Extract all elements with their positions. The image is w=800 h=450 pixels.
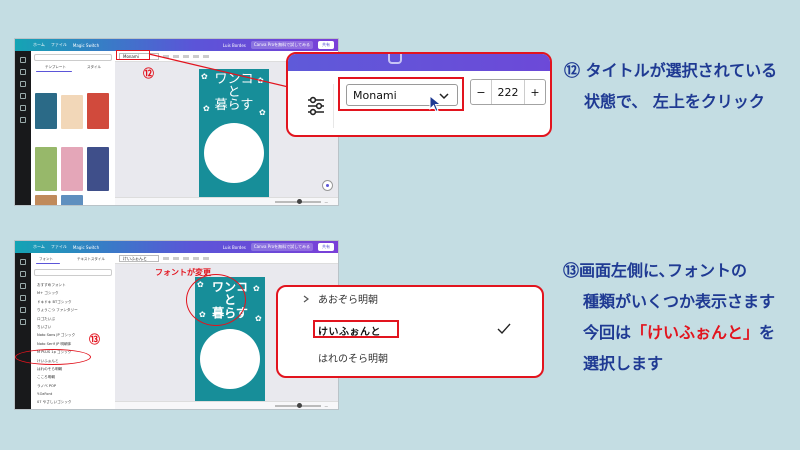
design-icon[interactable] bbox=[20, 259, 26, 265]
sliders-icon bbox=[307, 96, 324, 116]
menu-resize[interactable]: Magic Switch bbox=[73, 245, 99, 250]
adjust-settings-button[interactable] bbox=[298, 84, 334, 128]
font-list-item[interactable]: ロゴたいぷ bbox=[37, 315, 113, 323]
trial-button[interactable]: Canva Proを無料で試してみる bbox=[250, 243, 313, 251]
editor-toolbar: けいふぉんと bbox=[115, 253, 338, 264]
zoom-label: — bbox=[324, 403, 329, 408]
text-icon[interactable] bbox=[20, 295, 26, 301]
font-list-item[interactable]: りょうこつ ファンタジー bbox=[37, 306, 113, 314]
top-menu-bar: ホーム ファイル Magic Switch Luis Bordes Canva … bbox=[15, 241, 338, 253]
instruction-13-font-name: 「けいふぉんと」 bbox=[631, 323, 760, 342]
instruction-13-line3: 今回は「けいふぉんと」を bbox=[563, 317, 775, 348]
font-list-item[interactable]: ちいさい bbox=[37, 323, 113, 331]
font-size-decrease-button[interactable]: − bbox=[471, 86, 491, 99]
highlight-font-item bbox=[15, 349, 91, 365]
instruction-13-line3-pre: 今回は bbox=[583, 323, 632, 342]
font-select-highlight: Monami bbox=[338, 77, 464, 111]
instruction-12-line2: 状態で、 左上をクリック bbox=[584, 92, 765, 111]
left-rail bbox=[15, 253, 31, 409]
font-list-item[interactable]: はれのそら明朝 bbox=[37, 365, 113, 373]
instruction-13-line4: 選択します bbox=[583, 354, 664, 373]
font-list-item[interactable]: Noto Sans JP ゴシック bbox=[37, 331, 113, 339]
font-item-selected-label: けいふぉんと bbox=[318, 327, 381, 338]
share-button[interactable]: 共有 bbox=[318, 243, 334, 251]
font-list-item[interactable]: おすすめフォント bbox=[37, 281, 113, 289]
project-icon[interactable] bbox=[20, 307, 26, 313]
toolbar-item[interactable] bbox=[183, 256, 189, 260]
check-icon bbox=[388, 54, 402, 64]
upload-icon[interactable] bbox=[20, 283, 26, 289]
font-list-item[interactable]: ラノベ POP bbox=[37, 382, 113, 390]
font-list-item[interactable]: Y.OzFont bbox=[37, 390, 113, 398]
font-item-label: はれのそら明朝 bbox=[318, 354, 388, 365]
photo-frame-circle[interactable] bbox=[200, 329, 260, 389]
font-item-selected-highlight[interactable]: けいふぉんと bbox=[313, 320, 399, 338]
font-item-label: あおぞら明朝 bbox=[318, 295, 378, 306]
zoom-callout-font-toolbar: Monami − 222 + bbox=[286, 52, 552, 137]
instruction-13-line1: ⑬画面左側に､フォントの bbox=[563, 261, 748, 280]
elements-icon[interactable] bbox=[20, 271, 26, 277]
font-list-item[interactable]: 07 やさしいゴシック bbox=[37, 398, 113, 406]
step-13-marker: ⑬ bbox=[89, 333, 100, 346]
zoom-callout-font-list: あおぞら明朝 けいふぉんと はれのそら明朝 bbox=[276, 285, 544, 378]
font-size-increase-button[interactable]: + bbox=[525, 86, 545, 99]
font-list-item[interactable]: あおぞら明朝 bbox=[302, 291, 542, 306]
instruction-12-line1: ⑫ タイトルが選択されている bbox=[564, 61, 778, 80]
font-size-value[interactable]: 222 bbox=[491, 80, 525, 104]
apps-icon[interactable] bbox=[20, 319, 26, 325]
toolbar-item[interactable] bbox=[163, 256, 169, 260]
font-list-item[interactable]: こころ明朝 bbox=[37, 373, 113, 381]
font-list: おすすめフォント M+ ゴシック ドキドキ BTゴシック りょうこつ ファンタジー ロゴ… bbox=[37, 281, 113, 407]
panel-tab-text-style[interactable]: テキストスタイル bbox=[77, 257, 105, 262]
font-panel: フォント テキストスタイル おすすめフォント M+ ゴシック ドキドキ BTゴシック… bbox=[31, 253, 115, 409]
instruction-step-12: ⑫ タイトルが選択されている 状態で、 左上をクリック bbox=[564, 55, 777, 117]
font-list-item[interactable]: Noto Serif JP 明朝体 bbox=[37, 340, 113, 348]
toolbar-item[interactable] bbox=[193, 256, 199, 260]
chevron-right-icon bbox=[303, 295, 309, 302]
menu-user[interactable]: Luis Bordes bbox=[223, 245, 246, 250]
tab-underline bbox=[36, 263, 60, 264]
font-list-item[interactable]: M+ ゴシック bbox=[37, 289, 113, 297]
instruction-13-line2: 種類がいくつか表示さます bbox=[583, 292, 776, 311]
instruction-13-line3-post: を bbox=[759, 323, 776, 342]
panel-tab-font[interactable]: フォント bbox=[39, 257, 53, 262]
font-select-value: Monami bbox=[353, 88, 397, 102]
editor-bottom-bar: — bbox=[115, 401, 338, 409]
checkmark-icon bbox=[497, 323, 511, 335]
highlight-poster-title bbox=[186, 274, 246, 326]
toolbar-item[interactable] bbox=[203, 256, 209, 260]
toolbar-item[interactable] bbox=[173, 256, 179, 260]
menu-file[interactable]: ファイル bbox=[51, 244, 67, 250]
font-list-item[interactable]: はれのそら明朝 bbox=[318, 350, 542, 365]
zoom-slider[interactable] bbox=[274, 402, 321, 408]
font-dropdown[interactable]: けいふぉんと bbox=[119, 254, 159, 262]
zoom-top-bar bbox=[288, 54, 550, 71]
menu-home[interactable]: ホーム bbox=[33, 244, 45, 250]
instruction-step-13: ⑬画面左側に､フォントの 種類がいくつか表示さます 今回は「けいふぉんと」を 選… bbox=[563, 255, 775, 379]
font-list-item[interactable]: ドキドキ BTゴシック bbox=[37, 298, 113, 306]
font-size-stepper[interactable]: − 222 + bbox=[470, 79, 546, 105]
mouse-cursor-icon bbox=[429, 95, 442, 113]
font-search-input[interactable] bbox=[34, 269, 112, 276]
